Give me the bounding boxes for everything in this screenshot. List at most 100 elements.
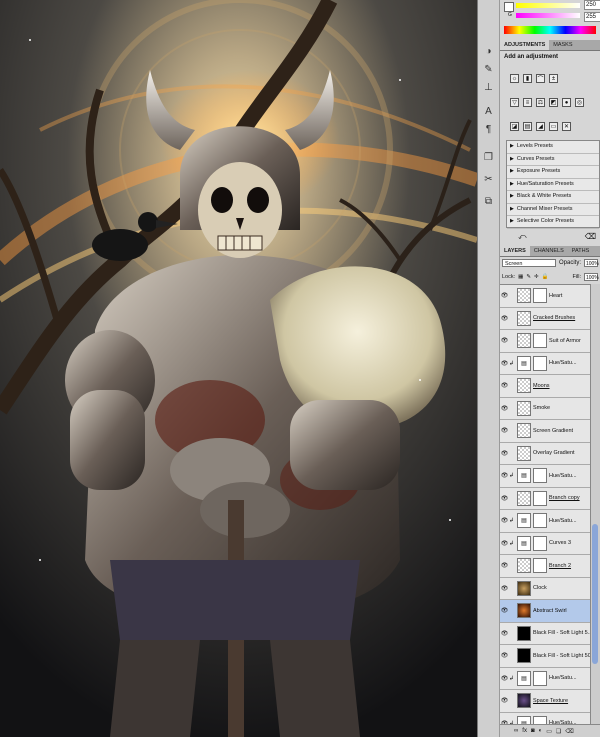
brightness-contrast-icon[interactable]: ☼ bbox=[510, 74, 519, 83]
exposure-icon[interactable]: ± bbox=[549, 74, 558, 83]
color-swatch[interactable] bbox=[504, 2, 514, 12]
tab-channels[interactable]: CHANNELS bbox=[530, 246, 568, 256]
lock-transparency-icon[interactable]: ▦ bbox=[518, 274, 523, 280]
new-layer-icon[interactable]: ❏ bbox=[556, 728, 561, 735]
hue-saturation-icon[interactable]: ≡ bbox=[523, 98, 532, 107]
color-ramp[interactable] bbox=[504, 26, 596, 34]
layer-mask-thumbnail[interactable] bbox=[533, 355, 547, 371]
preset-item-hue-saturation[interactable]: ▶ Hue/Saturation Presets bbox=[507, 179, 599, 191]
layer-row[interactable]: 👁 Space Texture bbox=[500, 690, 591, 713]
visibility-eye-icon[interactable]: 👁 bbox=[500, 360, 509, 367]
layer-thumbnail[interactable] bbox=[517, 693, 531, 709]
layer-thumbnail[interactable] bbox=[517, 288, 531, 304]
lock-pixels-icon[interactable]: ✎ bbox=[526, 274, 531, 280]
add-mask-icon[interactable]: ◙ bbox=[531, 728, 535, 734]
return-icon[interactable]: ⤺ bbox=[518, 232, 527, 242]
layer-row[interactable]: 👁 Abstract Swirl bbox=[500, 600, 591, 623]
layer-row[interactable]: 👁 Overlay Gradient bbox=[500, 443, 591, 465]
preset-item-channel-mixer[interactable]: ▶ Channel Mixer Presets bbox=[507, 204, 599, 216]
layer-thumbnail[interactable] bbox=[517, 400, 531, 416]
gradient-map-icon[interactable]: ▭ bbox=[549, 122, 558, 131]
fill-field[interactable]: 100% bbox=[584, 273, 599, 281]
layer-row[interactable]: 👁 Black Fill - Soft Light 50% bbox=[500, 645, 591, 668]
color-balance-icon[interactable]: ⚖ bbox=[536, 98, 545, 107]
visibility-eye-icon[interactable]: 👁 bbox=[500, 697, 509, 704]
preset-item-exposure[interactable]: ▶ Exposure Presets bbox=[507, 166, 599, 179]
preset-item-curves[interactable]: ▶ Curves Presets bbox=[507, 154, 599, 166]
layer-mask-thumbnail[interactable] bbox=[533, 513, 547, 529]
threshold-icon[interactable]: ◢ bbox=[536, 122, 545, 131]
photo-filter-icon[interactable]: ● bbox=[562, 98, 571, 107]
new-adjustment-icon[interactable]: ◐ bbox=[539, 728, 543, 734]
tab-paths[interactable]: PATHS bbox=[568, 246, 594, 256]
layer-mask-thumbnail[interactable] bbox=[533, 468, 547, 484]
trash-icon[interactable]: ⌫ bbox=[585, 232, 596, 241]
visibility-eye-icon[interactable]: 👁 bbox=[500, 382, 509, 389]
layer-row[interactable]: 👁 Black Fill - Soft Light 5... bbox=[500, 623, 591, 645]
layers-scrollbar[interactable] bbox=[590, 284, 600, 725]
layer-row[interactable]: 👁 Smoke bbox=[500, 398, 591, 420]
layer-thumbnail[interactable] bbox=[517, 558, 531, 574]
selective-color-icon[interactable]: ✕ bbox=[562, 122, 571, 131]
new-group-icon[interactable]: ▭ bbox=[546, 728, 552, 735]
visibility-eye-icon[interactable]: 👁 bbox=[500, 630, 509, 637]
layer-mask-thumbnail[interactable] bbox=[533, 490, 547, 506]
lock-all-icon[interactable]: 🔒 bbox=[542, 274, 549, 280]
layer-row[interactable]: 👁 Moons bbox=[500, 375, 591, 398]
layers-scroll-thumb[interactable] bbox=[592, 524, 598, 664]
lock-position-icon[interactable]: ✛ bbox=[534, 274, 539, 280]
layer-row[interactable]: 👁 Screen Gradient bbox=[500, 420, 591, 443]
preset-item-black-white[interactable]: ▶ Black & White Presets bbox=[507, 191, 599, 204]
adjustment-layer-icon[interactable]: ▤ bbox=[517, 513, 531, 529]
visibility-eye-icon[interactable]: 👁 bbox=[500, 292, 509, 299]
adjustment-layer-icon[interactable]: ▤ bbox=[517, 468, 531, 484]
layer-row[interactable]: 👁 Branch 2 bbox=[500, 555, 591, 578]
tab-masks[interactable]: MASKS bbox=[549, 40, 576, 50]
levels-icon[interactable]: ▮ bbox=[523, 74, 532, 83]
channel-mixer-icon[interactable]: ◎ bbox=[575, 98, 584, 107]
layer-thumbnail[interactable] bbox=[517, 423, 531, 439]
invert-icon[interactable]: ◪ bbox=[510, 122, 519, 131]
blend-mode-select[interactable]: Screen bbox=[502, 259, 556, 267]
adjustments-icon[interactable]: ◑ bbox=[481, 44, 496, 58]
layer-thumbnail[interactable] bbox=[517, 603, 531, 619]
layer-thumbnail[interactable] bbox=[517, 580, 531, 596]
layer-row[interactable]: 👁 Branch copy bbox=[500, 488, 591, 510]
preset-item-selective-color[interactable]: ▶ Selective Color Presets bbox=[507, 216, 599, 229]
paragraph-icon[interactable]: ¶ bbox=[481, 122, 496, 136]
character-icon[interactable]: A bbox=[481, 104, 496, 118]
visibility-eye-icon[interactable]: 👁 bbox=[500, 585, 509, 592]
layer-row[interactable]: 👁 Clock bbox=[500, 578, 591, 600]
link-layers-icon[interactable]: ∞ bbox=[514, 728, 518, 734]
color-slider-g[interactable] bbox=[516, 13, 580, 18]
posterize-icon[interactable]: ▤ bbox=[523, 122, 532, 131]
adjustment-layer-icon[interactable]: ▤ bbox=[517, 355, 531, 371]
color-value-2[interactable]: 255 bbox=[584, 12, 600, 22]
layer-style-icon[interactable]: fx bbox=[522, 728, 527, 734]
layer-row[interactable]: 👁 Heart bbox=[500, 285, 591, 308]
layer-mask-thumbnail[interactable] bbox=[533, 288, 547, 304]
layer-thumbnail[interactable] bbox=[517, 333, 531, 349]
visibility-eye-icon[interactable]: 👁 bbox=[500, 472, 509, 479]
layer-row[interactable]: 👁 ↲ ▤ Hue/Satu... bbox=[500, 465, 591, 488]
adjustment-layer-icon[interactable]: ▤ bbox=[517, 670, 531, 686]
layer-thumbnail[interactable] bbox=[517, 490, 531, 506]
visibility-eye-icon[interactable]: 👁 bbox=[500, 517, 509, 524]
adjustment-layer-icon[interactable]: ▤ bbox=[517, 535, 531, 551]
layer-row[interactable]: 👁 ↲ ▤ Hue/Satu... bbox=[500, 510, 591, 533]
visibility-eye-icon[interactable]: 👁 bbox=[500, 315, 509, 322]
layer-mask-thumbnail[interactable] bbox=[533, 670, 547, 686]
color-value-1[interactable]: 250 bbox=[584, 0, 600, 10]
visibility-eye-icon[interactable]: 👁 bbox=[500, 562, 509, 569]
black-white-icon[interactable]: ◩ bbox=[549, 98, 558, 107]
visibility-eye-icon[interactable]: 👁 bbox=[500, 652, 509, 659]
curves-icon[interactable]: ⌒ bbox=[536, 74, 545, 83]
delete-layer-icon[interactable]: ⌫ bbox=[565, 728, 573, 735]
brush-icon[interactable]: ✎ bbox=[481, 62, 496, 76]
layer-mask-thumbnail[interactable] bbox=[533, 333, 547, 349]
tab-layers[interactable]: LAYERS bbox=[500, 246, 530, 256]
layer-thumbnail[interactable] bbox=[517, 378, 531, 394]
visibility-eye-icon[interactable]: 👁 bbox=[500, 427, 509, 434]
vibrance-icon[interactable]: ▽ bbox=[510, 98, 519, 107]
visibility-eye-icon[interactable]: 👁 bbox=[500, 495, 509, 502]
